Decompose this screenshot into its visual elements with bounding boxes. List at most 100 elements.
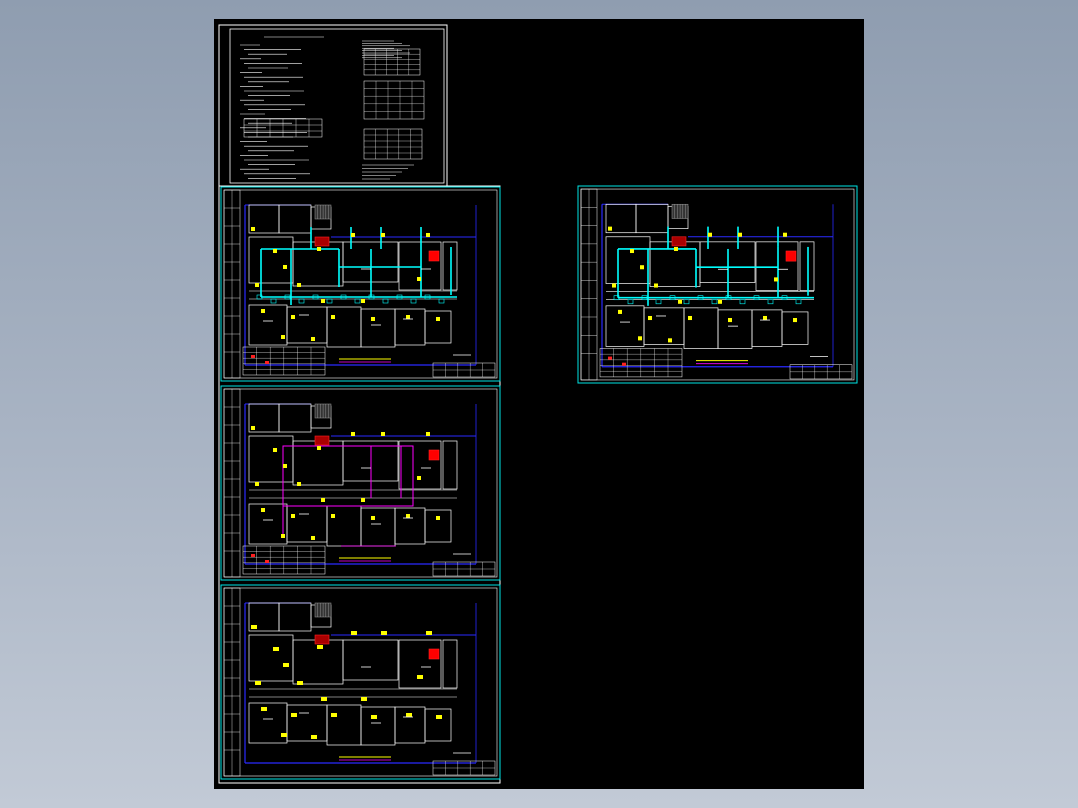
equipment-marker (654, 283, 658, 288)
ahu-unit (671, 236, 687, 247)
equipment-marker (417, 675, 423, 679)
sheet-inner-border (223, 587, 498, 777)
equipment-marker (638, 336, 642, 341)
equipment-marker (255, 681, 261, 685)
legend-table (599, 348, 683, 378)
equipment-marker (281, 733, 287, 737)
cad-model-viewport[interactable] (214, 19, 864, 789)
equipment-marker (331, 713, 337, 717)
duct-fitting (739, 299, 746, 305)
room-wall (751, 309, 783, 347)
equipment-marker (371, 516, 375, 520)
notes-right-column (362, 40, 425, 180)
room-wall (799, 241, 815, 291)
equipment-marker (283, 265, 287, 269)
equipment-marker (648, 315, 652, 321)
equipment-marker (371, 317, 375, 321)
equipment-marker (317, 645, 323, 649)
duct-fitting (270, 298, 277, 304)
equipment-marker (291, 315, 295, 319)
equipment-marker (371, 715, 377, 719)
equipment-marker (255, 482, 259, 486)
ahu-unit (428, 648, 440, 660)
duct-fitting (627, 299, 634, 305)
equipment-marker (406, 713, 412, 717)
equipment-marker (417, 277, 421, 281)
equipment-table-3 (363, 128, 423, 160)
legend-swatch (608, 356, 612, 360)
duct-fitting (354, 298, 361, 304)
equipment-marker (361, 498, 365, 502)
room-wall (286, 306, 328, 344)
equipment-marker (361, 697, 367, 701)
equipment-marker (783, 232, 787, 237)
room-wall (278, 602, 312, 632)
equipment-marker (251, 426, 255, 430)
equipment-marker (321, 299, 325, 303)
equipment-marker (317, 247, 321, 251)
room-wall (398, 241, 442, 291)
room-wall (278, 204, 312, 234)
cad-drawing[interactable] (214, 19, 864, 789)
equipment-marker (331, 315, 335, 319)
room-wall (635, 203, 669, 234)
equipment-marker (718, 299, 722, 304)
room-wall (683, 307, 719, 349)
room-wall (286, 505, 328, 543)
legend-table (242, 346, 326, 376)
floor-plan-sheet (577, 185, 858, 384)
equipment-marker (668, 338, 672, 343)
sheet-inner-border (223, 388, 498, 578)
equipment-marker (361, 299, 365, 303)
equipment-marker (417, 476, 421, 480)
equipment-marker (261, 309, 265, 313)
room-wall (394, 308, 426, 346)
equipment-marker (678, 299, 682, 304)
duct-fitting (382, 298, 389, 304)
equipment-marker (436, 715, 442, 719)
sheet-inner-border (580, 188, 855, 381)
room-wall (326, 505, 362, 547)
equipment-marker (612, 283, 616, 288)
room-wall (424, 509, 452, 543)
floor-plan-sheet (220, 385, 501, 581)
equipment-marker (630, 248, 634, 254)
equipment-marker (283, 464, 287, 468)
equipment-marker (618, 309, 622, 314)
equipment-marker (291, 713, 297, 717)
equipment-marker (311, 337, 315, 341)
equipment-marker (283, 663, 289, 667)
equipment-marker (728, 318, 732, 323)
room-wall (326, 704, 362, 746)
equipment-marker (273, 448, 277, 452)
equipment-marker (426, 631, 432, 635)
design-notes-sheet (218, 24, 448, 187)
room-wall (360, 706, 396, 746)
floor-plan-sheet (220, 186, 501, 382)
room-wall (398, 639, 442, 689)
equipment-marker (774, 277, 778, 282)
equipment-marker (321, 697, 327, 701)
notes-left-column (240, 36, 324, 179)
equipment-marker (351, 432, 355, 436)
room-wall (442, 241, 458, 291)
equipment-marker (281, 335, 285, 339)
sheet-outer-border (220, 385, 501, 581)
equipment-marker (273, 647, 279, 651)
equipment-marker (261, 508, 265, 512)
sheet-outer-border (577, 185, 858, 384)
equipment-marker (297, 681, 303, 685)
legend-swatch (251, 554, 255, 557)
room-wall (398, 440, 442, 490)
room-wall (394, 706, 426, 744)
equipment-marker (640, 265, 644, 270)
equipment-marker (708, 232, 712, 237)
equipment-marker (251, 227, 255, 231)
legend-swatch (265, 560, 269, 563)
equipment-marker (311, 735, 317, 739)
duct-fitting (767, 299, 774, 305)
equipment-marker (321, 498, 325, 502)
duct-fitting (683, 299, 690, 305)
equipment-marker (608, 226, 612, 231)
equipment-marker (281, 534, 285, 538)
